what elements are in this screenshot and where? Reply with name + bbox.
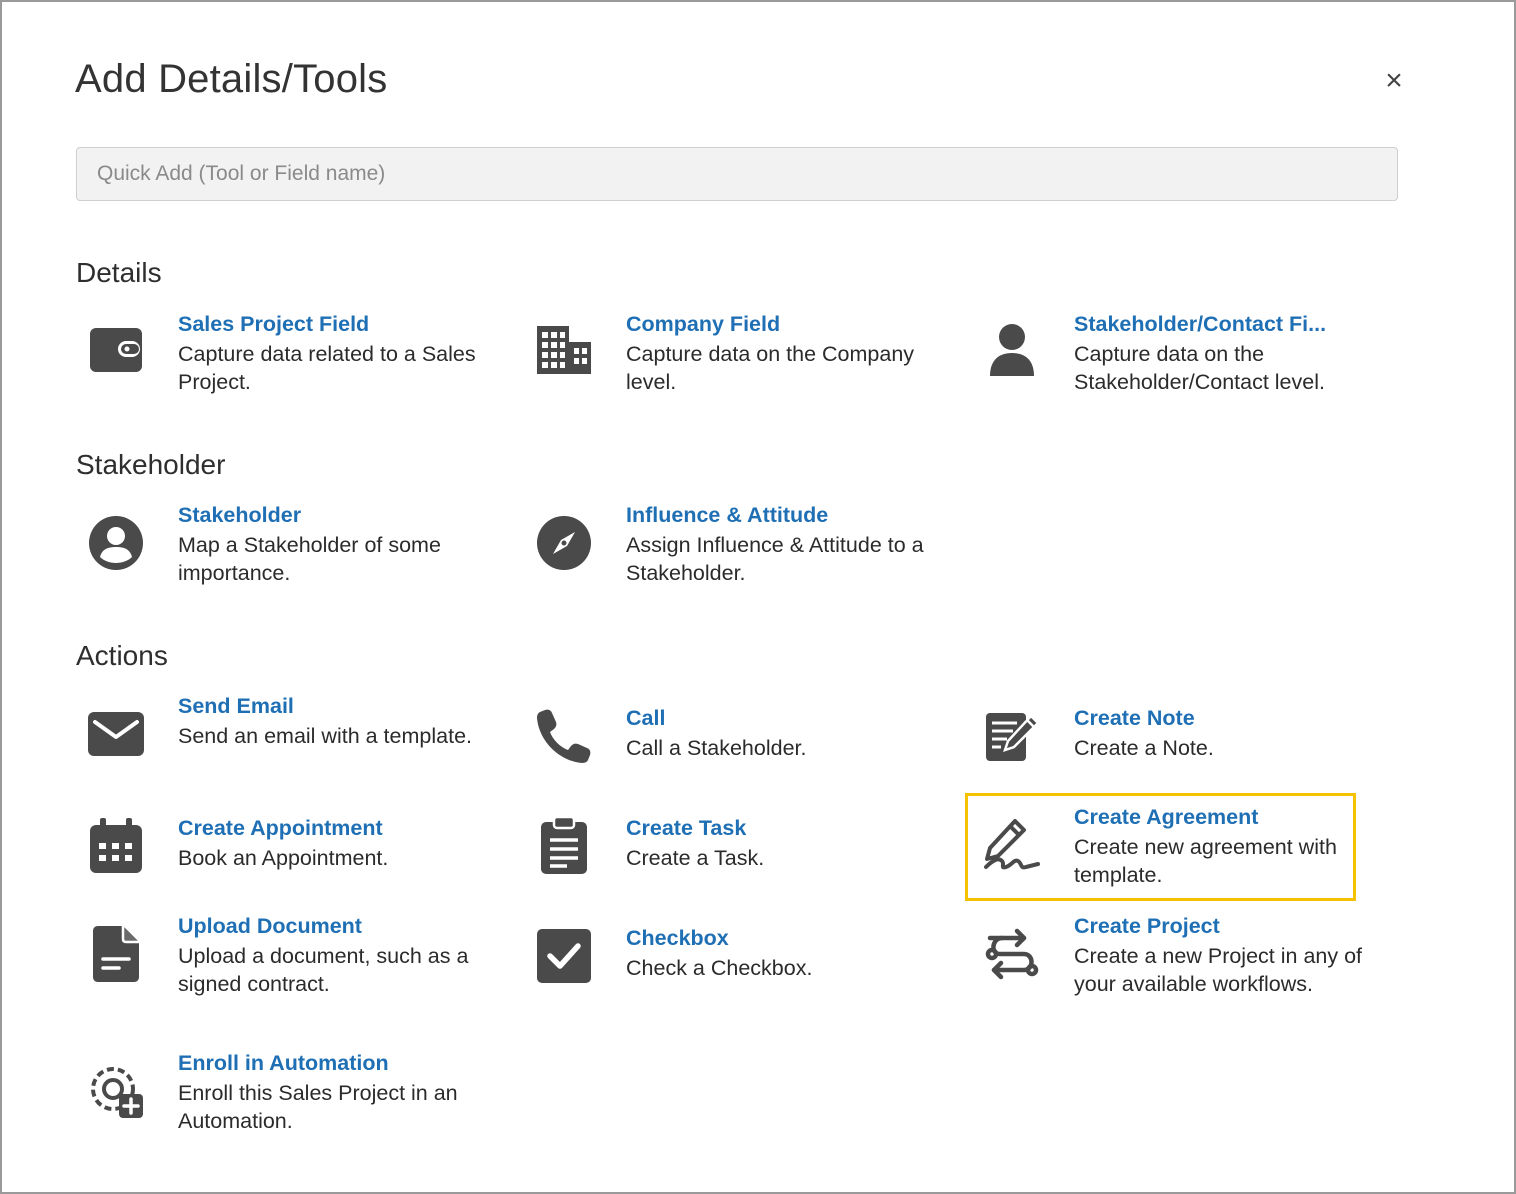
section-title-stakeholder: Stakeholder (76, 449, 226, 480)
tool-enroll-automation[interactable]: Enroll in Automation Enroll this Sales P… (76, 1051, 476, 1151)
tool-name[interactable]: Sales Project Field (178, 312, 369, 337)
tool-name[interactable]: Call (626, 706, 665, 731)
tool-name[interactable]: Send Email (178, 694, 294, 719)
tool-stakeholder-contact-field[interactable]: Stakeholder/Contact Fi... Capture data o… (972, 312, 1372, 412)
tool-description: Enroll this Sales Project in an Automati… (178, 1081, 458, 1133)
tool-name[interactable]: Influence & Attitude (626, 503, 828, 528)
tool-name[interactable]: Stakeholder/Contact Fi... (1074, 312, 1326, 337)
edit-note-icon (982, 706, 1042, 766)
building-icon (534, 320, 594, 380)
workflow-icon (982, 924, 1042, 984)
tool-description: Capture data related to a Sales Project. (178, 342, 476, 394)
compass-icon (534, 513, 594, 573)
tool-description: Capture data on the Stakeholder/Contact … (1074, 342, 1325, 394)
tool-create-appointment[interactable]: Create Appointment Book an Appointment. (76, 816, 476, 916)
tool-create-task[interactable]: Create Task Create a Task. (524, 816, 924, 916)
tool-description: Assign Influence & Attitude to a Stakeho… (626, 533, 924, 585)
tool-description: Create a Note. (1074, 736, 1214, 760)
tool-influence-attitude[interactable]: Influence & Attitude Assign Influence & … (524, 503, 924, 603)
dialog-title: Add Details/Tools (75, 57, 388, 101)
dialog: Add Details/Tools × Details Sales Projec… (0, 0, 1516, 1194)
automation-gear-icon (86, 1061, 146, 1121)
tool-description: Check a Checkbox. (626, 956, 813, 980)
phone-icon (534, 706, 594, 766)
tool-name[interactable]: Stakeholder (178, 503, 301, 528)
tool-name[interactable]: Create Appointment (178, 816, 383, 841)
envelope-icon (86, 704, 146, 764)
clipboard-icon (534, 816, 594, 876)
tool-sales-project-field[interactable]: Sales Project Field Capture data related… (76, 312, 476, 412)
tool-create-project[interactable]: Create Project Create a new Project in a… (972, 914, 1372, 1014)
close-icon[interactable]: × (1380, 64, 1408, 98)
tool-name[interactable]: Create Note (1074, 706, 1195, 731)
tool-checkbox[interactable]: Checkbox Check a Checkbox. (524, 926, 924, 1026)
tool-description: Upload a document, such as a signed cont… (178, 944, 469, 996)
tool-description: Call a Stakeholder. (626, 736, 807, 760)
highlight-box (965, 793, 1356, 901)
calendar-icon (86, 816, 146, 876)
document-icon (86, 924, 146, 984)
tool-description: Book an Appointment. (178, 846, 389, 870)
tool-description: Create a Task. (626, 846, 765, 870)
quick-add-input[interactable] (76, 147, 1398, 201)
tool-send-email[interactable]: Send Email Send an email with a template… (76, 694, 476, 794)
tool-description: Create a new Project in any of your avai… (1074, 944, 1363, 996)
section-title-details: Details (76, 257, 162, 288)
tool-name[interactable]: Checkbox (626, 926, 729, 951)
tool-company-field[interactable]: Company Field Capture data on the Compan… (524, 312, 924, 412)
tool-name[interactable]: Company Field (626, 312, 780, 337)
tool-upload-document[interactable]: Upload Document Upload a document, such … (76, 914, 476, 1014)
tool-stakeholder[interactable]: Stakeholder Map a Stakeholder of some im… (76, 503, 476, 603)
tool-description: Capture data on the Company level. (626, 342, 915, 394)
tool-name[interactable]: Create Project (1074, 914, 1220, 939)
tool-call[interactable]: Call Call a Stakeholder. (524, 706, 924, 806)
checkbox-icon (534, 926, 594, 986)
user-icon (982, 320, 1042, 380)
tool-description: Map a Stakeholder of some importance. (178, 533, 441, 585)
section-title-actions: Actions (76, 640, 168, 671)
tool-description: Send an email with a template. (178, 724, 472, 748)
wallet-icon (86, 320, 146, 380)
tool-name[interactable]: Enroll in Automation (178, 1051, 389, 1076)
tool-create-note[interactable]: Create Note Create a Note. (972, 706, 1372, 806)
user-circle-icon (86, 513, 146, 573)
tool-name[interactable]: Upload Document (178, 914, 362, 939)
tool-name[interactable]: Create Task (626, 816, 746, 841)
